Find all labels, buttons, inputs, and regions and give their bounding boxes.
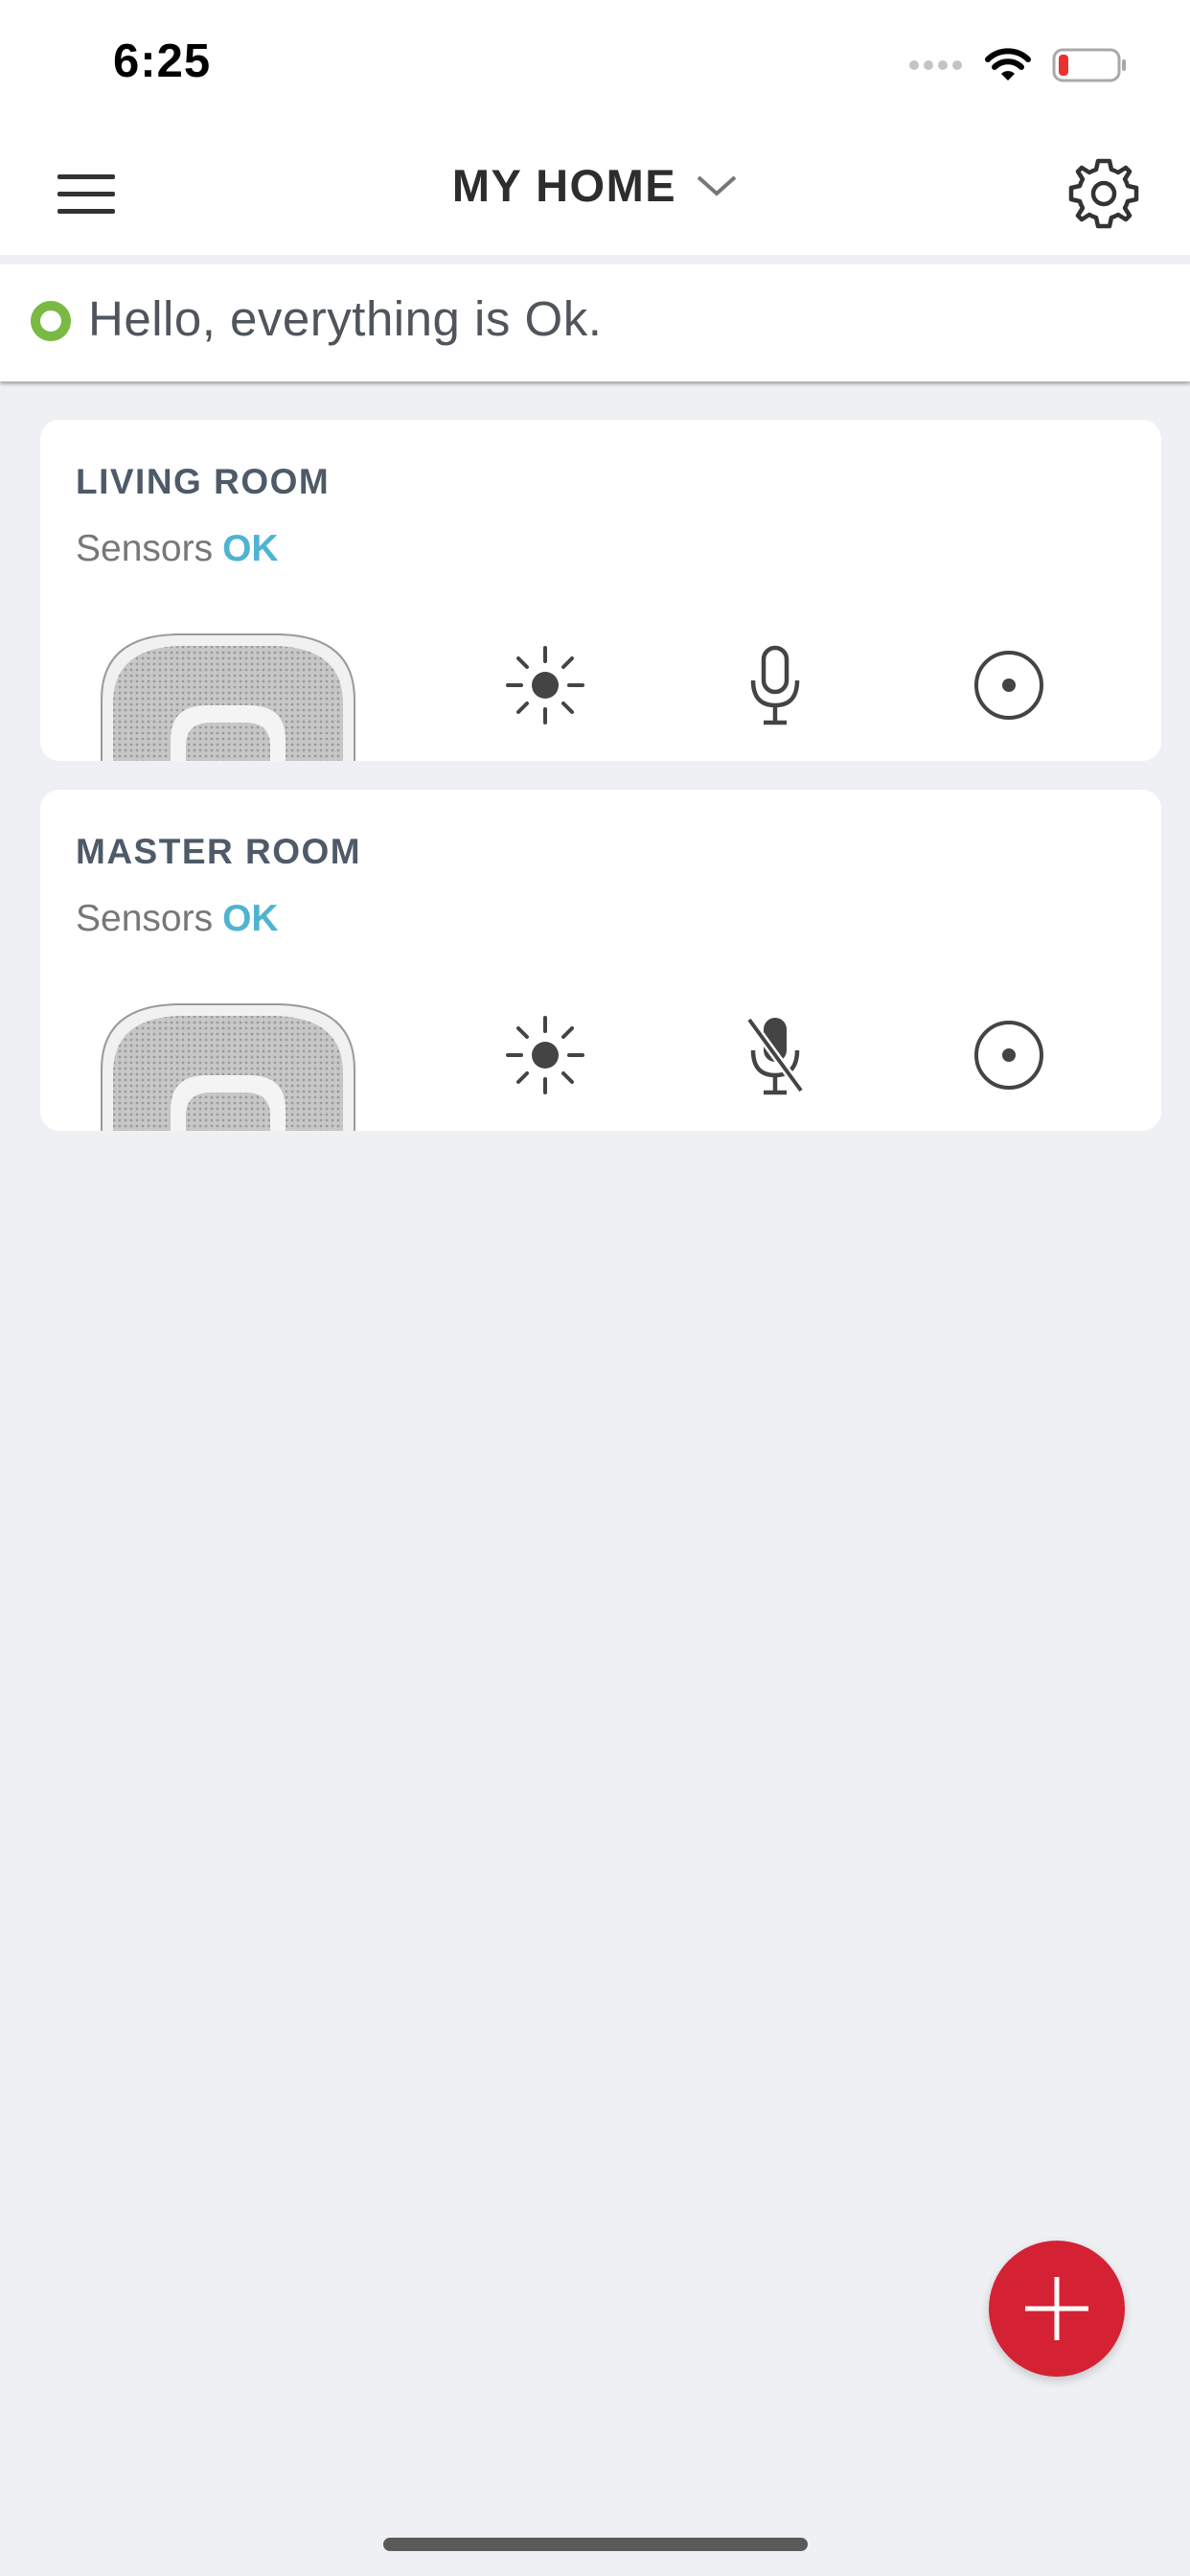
home-indicator[interactable] [383, 2538, 808, 2551]
sensors-status: Sensors OK [76, 898, 279, 940]
camera-dot-icon[interactable] [966, 1012, 1052, 1098]
room-card-living-room[interactable]: LIVING ROOM Sensors OK [40, 420, 1161, 761]
status-bar: 6:25 [0, 0, 1190, 134]
sun-icon[interactable] [502, 642, 588, 728]
battery-low-icon [1052, 48, 1126, 82]
microphone-icon[interactable] [732, 642, 818, 728]
camera-dot-icon[interactable] [966, 642, 1052, 728]
microphone-muted-icon[interactable] [732, 1012, 818, 1098]
sensors-ok-badge: OK [222, 898, 279, 939]
device-image [101, 1003, 355, 1131]
chevron-down-icon [697, 175, 737, 196]
home-selector[interactable]: MY HOME [0, 159, 1190, 212]
header-divider [0, 255, 1190, 264]
signal-icon [909, 60, 962, 70]
status-time: 6:25 [113, 35, 212, 87]
device-image [101, 633, 355, 761]
status-icons [908, 44, 1129, 86]
sensors-status: Sensors OK [76, 528, 279, 570]
app-header: MY HOME [0, 134, 1190, 255]
status-ok-indicator [31, 301, 71, 341]
plus-icon [1025, 2277, 1088, 2340]
settings-button[interactable] [1065, 155, 1142, 232]
gear-icon [1068, 158, 1139, 229]
room-name: LIVING ROOM [76, 462, 331, 501]
room-name: MASTER ROOM [76, 832, 362, 871]
sun-icon[interactable] [502, 1012, 588, 1098]
app-screen: 6:25 MY HOME Hello, everything is Ok. LI… [0, 0, 1190, 2576]
sensors-label: Sensors [76, 898, 214, 939]
sensors-ok-badge: OK [222, 528, 279, 569]
room-card-master-room[interactable]: MASTER ROOM Sensors OK [40, 790, 1161, 1131]
add-device-button[interactable] [989, 2241, 1125, 2377]
status-message: Hello, everything is Ok. [88, 291, 603, 346]
sensors-label: Sensors [76, 528, 214, 569]
status-banner: Hello, everything is Ok. [0, 264, 1190, 381]
wifi-icon [985, 48, 1031, 80]
page-title: MY HOME [451, 160, 677, 211]
